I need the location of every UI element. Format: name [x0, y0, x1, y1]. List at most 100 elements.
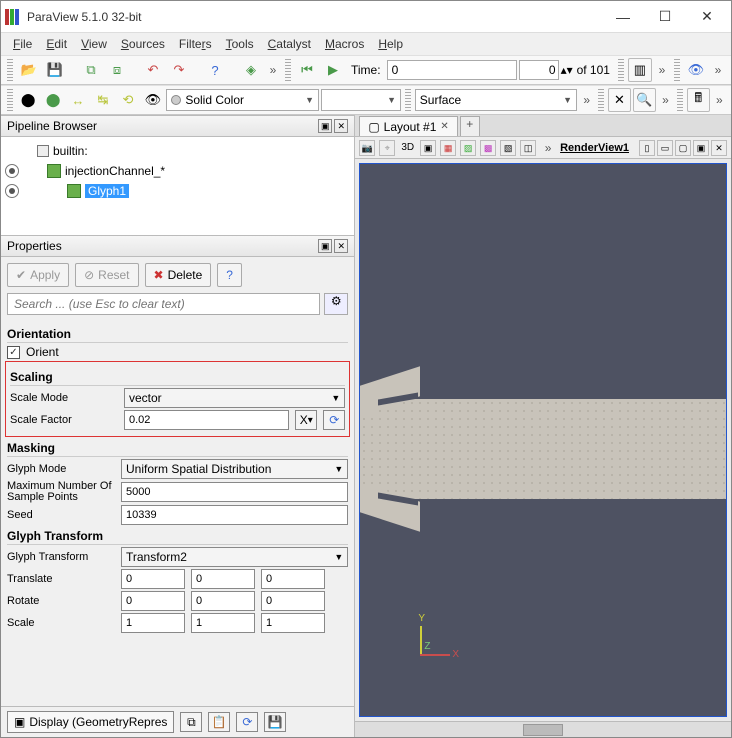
close-view-icon[interactable]: ✕ [711, 140, 727, 156]
glyph-transform-select[interactable]: Transform2▼ [121, 547, 348, 567]
rotate-z[interactable] [261, 591, 325, 611]
link-camera-icon[interactable]: ⌖ [379, 140, 395, 156]
toolbar-grip[interactable] [674, 59, 680, 81]
eye-link-icon[interactable]: 👁 [684, 58, 708, 82]
maximize-button[interactable]: ☐ [645, 3, 685, 31]
menu-filters[interactable]: Filters [173, 35, 218, 53]
undo-icon[interactable]: ↶ [141, 58, 165, 82]
rotate-y[interactable] [191, 591, 255, 611]
rescale-visible-icon[interactable]: ⟲ [116, 88, 139, 112]
glyph-mode-select[interactable]: Uniform Spatial Distribution▼ [121, 459, 348, 479]
close-panel-button[interactable]: ✕ [334, 239, 348, 253]
menu-sources[interactable]: Sources [115, 35, 171, 53]
pipeline-item[interactable]: injectionChannel_* [65, 164, 165, 178]
layout-tab[interactable]: ▢ Layout #1 ✕ [359, 116, 457, 136]
redo-icon[interactable]: ↷ [167, 58, 191, 82]
scale-mode-select[interactable]: vector▼ [124, 388, 345, 408]
max-points-input[interactable] [121, 482, 348, 502]
toolbar-overflow[interactable]: » [265, 63, 281, 77]
toolbar-overflow[interactable]: » [579, 93, 594, 107]
add-layout-button[interactable]: + [460, 116, 480, 136]
reload-button[interactable]: ⟳ [236, 712, 258, 732]
horizontal-scrollbar[interactable] [355, 721, 731, 737]
save-state-icon[interactable]: 💾 [43, 58, 67, 82]
scale-factor-input[interactable] [124, 410, 289, 430]
help-button[interactable]: ? [217, 263, 242, 287]
open-icon[interactable]: 📂 [17, 58, 41, 82]
toolbar-grip[interactable] [598, 89, 604, 111]
view-toolbar-overflow[interactable]: » [540, 141, 556, 155]
first-frame-icon[interactable]: ⏮ [295, 58, 319, 82]
connect-icon[interactable]: ⧉ [79, 58, 103, 82]
representation-combo[interactable]: Surface ▼ [415, 89, 577, 111]
select-cells-icon[interactable]: ▦ [440, 140, 456, 156]
rescale-icon[interactable]: ⬤ [42, 88, 65, 112]
translate-x[interactable] [121, 569, 185, 589]
minimize-button[interactable]: — [603, 3, 643, 31]
display-section-button[interactable]: ▣ Display (GeometryRepres [7, 711, 174, 733]
refresh-button[interactable]: ⟳ [323, 410, 345, 430]
scale-z[interactable] [261, 613, 325, 633]
select-block-icon[interactable]: ▩ [480, 140, 496, 156]
menu-edit[interactable]: Edit [40, 35, 73, 53]
toolbar-grip[interactable] [7, 89, 13, 111]
toolbar-grip[interactable] [618, 59, 624, 81]
select-points-icon[interactable]: ▣ [420, 140, 436, 156]
seed-input[interactable] [121, 505, 348, 525]
delete-button[interactable]: ✖Delete [145, 263, 212, 287]
toolbar-grip[interactable] [677, 89, 683, 111]
search-input[interactable] [7, 293, 320, 315]
reset-camera-icon[interactable]: ✕ [608, 88, 631, 112]
menu-macros[interactable]: Macros [319, 35, 370, 53]
pipeline-item-selected[interactable]: Glyph1 [85, 184, 129, 198]
toolbar-grip[interactable] [285, 59, 291, 81]
menu-tools[interactable]: Tools [220, 35, 260, 53]
custom-range-icon[interactable]: ↔ [67, 88, 90, 112]
split-h-icon[interactable]: ▯ [639, 140, 655, 156]
view-settings-icon[interactable]: ▥ [628, 58, 652, 82]
menu-file[interactable]: File [7, 35, 38, 53]
calculator-icon[interactable]: 🖩 [687, 88, 710, 112]
toolbar-grip[interactable] [7, 59, 13, 81]
hover-icon[interactable]: ◫ [520, 140, 536, 156]
reset-button[interactable]: ⊘Reset [75, 263, 138, 287]
pipeline-root[interactable]: builtin: [53, 144, 88, 158]
toolbar-overflow[interactable]: » [654, 63, 670, 77]
undock-button[interactable]: ▣ [318, 239, 332, 253]
restore-view-icon[interactable]: ▣ [693, 140, 709, 156]
close-tab-icon[interactable]: ✕ [440, 121, 448, 132]
toolbar-overflow[interactable]: » [710, 63, 726, 77]
zoom-data-icon[interactable]: 🔍 [633, 88, 656, 112]
advanced-toggle-button[interactable]: ⚙ [324, 293, 348, 315]
play-icon[interactable]: ▶ [321, 58, 345, 82]
rescale-custom-icon[interactable]: ↹ [92, 88, 115, 112]
select-frustum-icon[interactable]: ▨ [460, 140, 476, 156]
color-by-icon[interactable]: ⬤ [17, 88, 40, 112]
time-input[interactable] [387, 60, 517, 80]
maximize-view-icon[interactable]: ▢ [675, 140, 691, 156]
plugin-icon[interactable]: ◈ [239, 58, 263, 82]
save-button[interactable]: 💾 [264, 712, 286, 732]
translate-z[interactable] [261, 569, 325, 589]
menu-view[interactable]: View [75, 35, 113, 53]
scale-x[interactable] [121, 613, 185, 633]
snapshot-icon[interactable]: 📷 [359, 140, 375, 156]
toolbar-overflow[interactable]: » [658, 93, 673, 107]
menu-catalyst[interactable]: Catalyst [262, 35, 317, 53]
rotate-x[interactable] [121, 591, 185, 611]
component-combo[interactable]: ▼ [321, 89, 401, 111]
close-button[interactable]: ✕ [687, 3, 727, 31]
interaction-mode[interactable]: 3D [401, 142, 414, 153]
axis-button[interactable]: X▾ [295, 410, 317, 430]
paste-button[interactable]: 📋 [208, 712, 230, 732]
disconnect-icon[interactable]: ⧈ [105, 58, 129, 82]
close-panel-button[interactable]: ✕ [334, 119, 348, 133]
show-colorbar-icon[interactable]: 👁 [141, 88, 164, 112]
apply-button[interactable]: ✔Apply [7, 263, 69, 287]
undock-button[interactable]: ▣ [318, 119, 332, 133]
translate-y[interactable] [191, 569, 255, 589]
frame-spinner[interactable] [519, 60, 559, 80]
color-array-combo[interactable]: Solid Color ▼ [166, 89, 319, 111]
menu-help[interactable]: Help [372, 35, 409, 53]
help-icon[interactable]: ? [203, 58, 227, 82]
